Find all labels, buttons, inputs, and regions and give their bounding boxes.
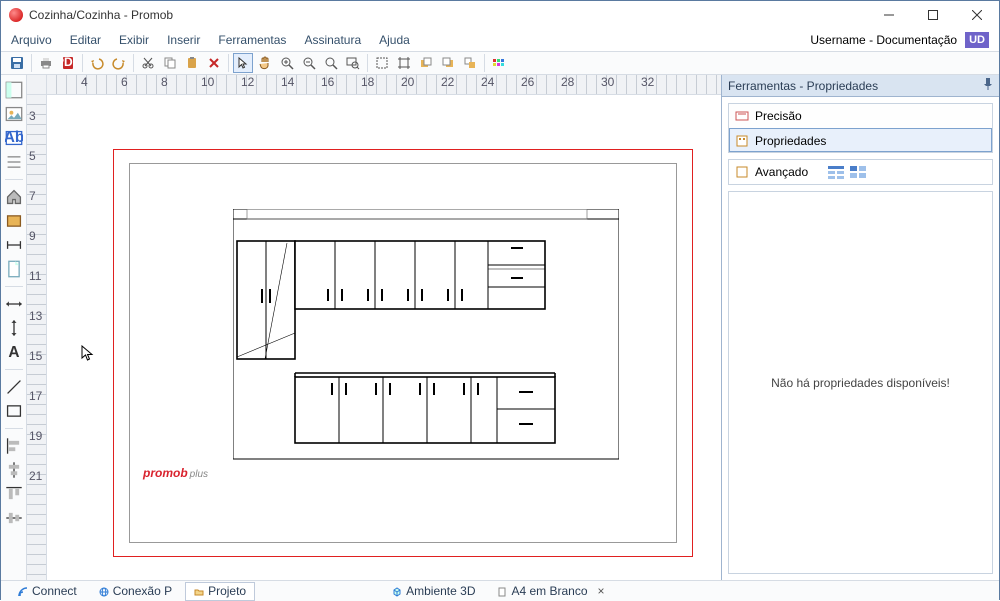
tab-advanced-label[interactable]: Avançado	[755, 165, 808, 179]
tab-connect[interactable]: Connect	[9, 582, 86, 601]
window-title: Cozinha/Cozinha - Promob	[29, 8, 173, 22]
rail-align-top-icon[interactable]	[5, 485, 23, 503]
pdf-icon[interactable]: PDF	[58, 53, 78, 73]
cut-icon[interactable]	[138, 53, 158, 73]
zoom-fit-icon[interactable]	[321, 53, 341, 73]
section-properties[interactable]: Propriedades	[729, 128, 992, 152]
zoom-in-icon[interactable]	[277, 53, 297, 73]
menu-arquivo[interactable]: Arquivo	[11, 33, 52, 47]
rail-shape-icon[interactable]	[5, 402, 23, 420]
paste-icon[interactable]	[182, 53, 202, 73]
folder-icon	[194, 586, 204, 596]
rail-home-icon[interactable]	[5, 188, 23, 206]
page-icon	[497, 586, 507, 596]
tab-ambiente-3d[interactable]: Ambiente 3D	[383, 582, 484, 601]
view-categorized-icon[interactable]	[828, 165, 844, 179]
advanced-icon	[735, 165, 749, 179]
rail-list-icon[interactable]	[5, 153, 23, 171]
globe-icon	[99, 586, 109, 596]
crop-icon[interactable]	[372, 53, 392, 73]
cube-icon	[392, 586, 402, 596]
section-properties-label: Propriedades	[755, 134, 826, 148]
properties-empty-state: Não há propriedades disponíveis!	[728, 191, 993, 574]
rail-module-icon[interactable]	[5, 212, 23, 230]
left-tool-rail: Ab A	[1, 75, 27, 580]
rail-text-icon[interactable]: Ab	[5, 129, 23, 147]
watermark-brand: promob	[143, 466, 188, 480]
panel-header[interactable]: Ferramentas - Propriedades	[722, 75, 999, 97]
drawing-canvas[interactable]: promobplus	[47, 95, 721, 580]
main-toolbar: PDF	[1, 51, 999, 75]
zoom-out-icon[interactable]	[299, 53, 319, 73]
rail-text-a-icon[interactable]: A	[5, 343, 23, 361]
rail-layout-icon[interactable]	[5, 81, 23, 99]
ruler-origin	[27, 75, 47, 95]
artboard-icon[interactable]	[394, 53, 414, 73]
panel-title: Ferramentas - Propriedades	[728, 79, 878, 93]
rail-arrow-h-icon[interactable]	[5, 295, 23, 313]
palette-icon[interactable]	[489, 53, 509, 73]
rail-image-icon[interactable]	[5, 105, 23, 123]
menu-ajuda[interactable]: Ajuda	[379, 33, 410, 47]
redo-icon[interactable]	[109, 53, 129, 73]
close-tab-icon[interactable]: ×	[598, 584, 605, 598]
empty-message: Não há propriedades disponíveis!	[771, 376, 950, 390]
username-label: Username - Documentação	[810, 33, 957, 47]
section-precision[interactable]: Precisão	[729, 104, 992, 128]
title-bar: Cozinha/Cozinha - Promob	[1, 1, 999, 29]
horizontal-ruler[interactable]: 4 6 8 10 12 14 16 18 20 22 24 26 28 30 3…	[47, 75, 721, 95]
menu-assinatura[interactable]: Assinatura	[304, 33, 361, 47]
undo-icon[interactable]	[87, 53, 107, 73]
vertical-ruler[interactable]: 3 5 7 9 11 13 15 17 19 21	[27, 95, 47, 580]
copy-icon[interactable]	[160, 53, 180, 73]
properties-icon	[735, 134, 749, 148]
menu-exibir[interactable]: Exibir	[119, 33, 149, 47]
tab-projeto[interactable]: Projeto	[185, 582, 255, 601]
order-icon[interactable]	[460, 53, 480, 73]
maximize-button[interactable]	[911, 1, 955, 29]
menu-bar: Arquivo Editar Exibir Inserir Ferramenta…	[1, 29, 999, 51]
zoom-window-icon[interactable]	[343, 53, 363, 73]
rss-icon	[18, 586, 28, 596]
svg-text:PDF: PDF	[61, 56, 75, 69]
rail-align-center-icon[interactable]	[5, 461, 23, 479]
watermark-suffix: plus	[190, 469, 208, 480]
menu-editar[interactable]: Editar	[70, 33, 101, 47]
cursor-icon	[81, 345, 95, 366]
properties-panel: Ferramentas - Propriedades Precisão Prop…	[721, 75, 999, 580]
tab-conexao-p[interactable]: Conexão P	[90, 582, 181, 601]
rail-dimension-icon[interactable]	[5, 236, 23, 254]
tab-a4-branco[interactable]: A4 em Branco ×	[488, 582, 613, 601]
pan-icon[interactable]	[255, 53, 275, 73]
watermark: promobplus	[143, 464, 208, 480]
rail-line-icon[interactable]	[5, 378, 23, 396]
rail-align-middle-icon[interactable]	[5, 509, 23, 527]
view-alphabetical-icon[interactable]	[850, 165, 866, 179]
svg-text:Ab: Ab	[5, 129, 23, 146]
app-icon	[9, 8, 23, 22]
section-precision-label: Precisão	[755, 109, 802, 123]
delete-icon[interactable]	[204, 53, 224, 73]
svg-text:A: A	[8, 344, 19, 361]
rail-arrow-v-icon[interactable]	[5, 319, 23, 337]
menu-inserir[interactable]: Inserir	[167, 33, 200, 47]
properties-view-tabs: Avançado	[728, 159, 993, 185]
kitchen-elevation-drawing[interactable]	[233, 209, 619, 461]
close-button[interactable]	[955, 1, 999, 29]
save-icon[interactable]	[7, 53, 27, 73]
menu-ferramentas[interactable]: Ferramentas	[218, 33, 286, 47]
print-icon[interactable]	[36, 53, 56, 73]
rail-align-left-icon[interactable]	[5, 437, 23, 455]
user-badge[interactable]: UD	[965, 32, 989, 48]
layer-back-icon[interactable]	[438, 53, 458, 73]
minimize-button[interactable]	[867, 1, 911, 29]
pin-icon[interactable]	[983, 78, 993, 93]
pointer-icon[interactable]	[233, 53, 253, 73]
rail-page-icon[interactable]	[5, 260, 23, 278]
precision-icon	[735, 109, 749, 123]
document-tabs: Connect Conexão P Projeto Ambiente 3D A4…	[1, 580, 999, 601]
layer-front-icon[interactable]	[416, 53, 436, 73]
